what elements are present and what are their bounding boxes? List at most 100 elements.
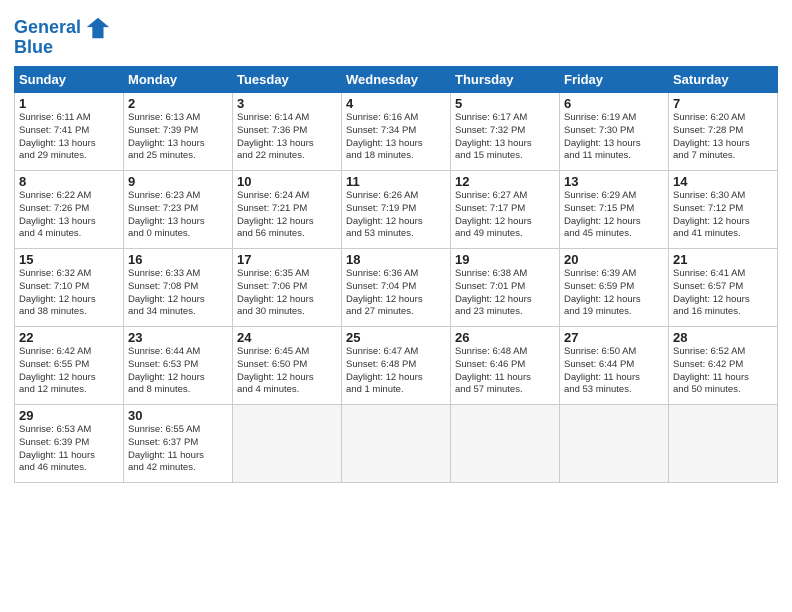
calendar-cell: 8Sunrise: 6:22 AM Sunset: 7:26 PM Daylig…: [15, 171, 124, 249]
calendar-cell: 26Sunrise: 6:48 AM Sunset: 6:46 PM Dayli…: [451, 327, 560, 405]
day-info: Sunrise: 6:50 AM Sunset: 6:44 PM Dayligh…: [564, 346, 664, 397]
day-number: 10: [237, 174, 337, 189]
calendar-cell: 28Sunrise: 6:52 AM Sunset: 6:42 PM Dayli…: [669, 327, 778, 405]
calendar-cell: 2Sunrise: 6:13 AM Sunset: 7:39 PM Daylig…: [124, 93, 233, 171]
calendar-cell: 6Sunrise: 6:19 AM Sunset: 7:30 PM Daylig…: [560, 93, 669, 171]
day-info: Sunrise: 6:41 AM Sunset: 6:57 PM Dayligh…: [673, 268, 773, 319]
week-row: 22Sunrise: 6:42 AM Sunset: 6:55 PM Dayli…: [15, 327, 778, 405]
day-info: Sunrise: 6:20 AM Sunset: 7:28 PM Dayligh…: [673, 112, 773, 163]
day-info: Sunrise: 6:39 AM Sunset: 6:59 PM Dayligh…: [564, 268, 664, 319]
calendar-cell: 29Sunrise: 6:53 AM Sunset: 6:39 PM Dayli…: [15, 405, 124, 483]
calendar-cell: 14Sunrise: 6:30 AM Sunset: 7:12 PM Dayli…: [669, 171, 778, 249]
day-number: 21: [673, 252, 773, 267]
calendar-cell: [560, 405, 669, 483]
day-info: Sunrise: 6:44 AM Sunset: 6:53 PM Dayligh…: [128, 346, 228, 397]
day-info: Sunrise: 6:11 AM Sunset: 7:41 PM Dayligh…: [19, 112, 119, 163]
day-info: Sunrise: 6:33 AM Sunset: 7:08 PM Dayligh…: [128, 268, 228, 319]
calendar-cell: 17Sunrise: 6:35 AM Sunset: 7:06 PM Dayli…: [233, 249, 342, 327]
day-number: 14: [673, 174, 773, 189]
day-number: 26: [455, 330, 555, 345]
calendar-cell: 10Sunrise: 6:24 AM Sunset: 7:21 PM Dayli…: [233, 171, 342, 249]
day-number: 13: [564, 174, 664, 189]
day-number: 18: [346, 252, 446, 267]
day-number: 9: [128, 174, 228, 189]
calendar-cell: 4Sunrise: 6:16 AM Sunset: 7:34 PM Daylig…: [342, 93, 451, 171]
day-info: Sunrise: 6:53 AM Sunset: 6:39 PM Dayligh…: [19, 424, 119, 475]
day-info: Sunrise: 6:29 AM Sunset: 7:15 PM Dayligh…: [564, 190, 664, 241]
day-info: Sunrise: 6:14 AM Sunset: 7:36 PM Dayligh…: [237, 112, 337, 163]
day-info: Sunrise: 6:47 AM Sunset: 6:48 PM Dayligh…: [346, 346, 446, 397]
calendar-cell: 16Sunrise: 6:33 AM Sunset: 7:08 PM Dayli…: [124, 249, 233, 327]
calendar-cell: 13Sunrise: 6:29 AM Sunset: 7:15 PM Dayli…: [560, 171, 669, 249]
header: General Blue: [14, 10, 778, 58]
day-info: Sunrise: 6:13 AM Sunset: 7:39 PM Dayligh…: [128, 112, 228, 163]
day-info: Sunrise: 6:52 AM Sunset: 6:42 PM Dayligh…: [673, 346, 773, 397]
calendar-cell: 3Sunrise: 6:14 AM Sunset: 7:36 PM Daylig…: [233, 93, 342, 171]
column-header-friday: Friday: [560, 67, 669, 93]
day-number: 29: [19, 408, 119, 423]
week-row: 8Sunrise: 6:22 AM Sunset: 7:26 PM Daylig…: [15, 171, 778, 249]
calendar-cell: 12Sunrise: 6:27 AM Sunset: 7:17 PM Dayli…: [451, 171, 560, 249]
day-info: Sunrise: 6:38 AM Sunset: 7:01 PM Dayligh…: [455, 268, 555, 319]
column-header-wednesday: Wednesday: [342, 67, 451, 93]
day-number: 2: [128, 96, 228, 111]
day-number: 11: [346, 174, 446, 189]
column-header-sunday: Sunday: [15, 67, 124, 93]
day-info: Sunrise: 6:35 AM Sunset: 7:06 PM Dayligh…: [237, 268, 337, 319]
day-number: 22: [19, 330, 119, 345]
day-number: 23: [128, 330, 228, 345]
calendar-cell: 7Sunrise: 6:20 AM Sunset: 7:28 PM Daylig…: [669, 93, 778, 171]
day-info: Sunrise: 6:23 AM Sunset: 7:23 PM Dayligh…: [128, 190, 228, 241]
day-info: Sunrise: 6:26 AM Sunset: 7:19 PM Dayligh…: [346, 190, 446, 241]
calendar-cell: 1Sunrise: 6:11 AM Sunset: 7:41 PM Daylig…: [15, 93, 124, 171]
calendar-cell: 19Sunrise: 6:38 AM Sunset: 7:01 PM Dayli…: [451, 249, 560, 327]
day-info: Sunrise: 6:48 AM Sunset: 6:46 PM Dayligh…: [455, 346, 555, 397]
day-number: 16: [128, 252, 228, 267]
day-info: Sunrise: 6:16 AM Sunset: 7:34 PM Dayligh…: [346, 112, 446, 163]
calendar-cell: 24Sunrise: 6:45 AM Sunset: 6:50 PM Dayli…: [233, 327, 342, 405]
day-number: 4: [346, 96, 446, 111]
logo: General Blue: [14, 14, 111, 58]
day-number: 8: [19, 174, 119, 189]
day-info: Sunrise: 6:36 AM Sunset: 7:04 PM Dayligh…: [346, 268, 446, 319]
calendar-cell: 23Sunrise: 6:44 AM Sunset: 6:53 PM Dayli…: [124, 327, 233, 405]
calendar-cell: [233, 405, 342, 483]
calendar-table: SundayMondayTuesdayWednesdayThursdayFrid…: [14, 66, 778, 483]
day-number: 6: [564, 96, 664, 111]
calendar-cell: 9Sunrise: 6:23 AM Sunset: 7:23 PM Daylig…: [124, 171, 233, 249]
day-number: 12: [455, 174, 555, 189]
day-info: Sunrise: 6:42 AM Sunset: 6:55 PM Dayligh…: [19, 346, 119, 397]
calendar-cell: 25Sunrise: 6:47 AM Sunset: 6:48 PM Dayli…: [342, 327, 451, 405]
week-row: 15Sunrise: 6:32 AM Sunset: 7:10 PM Dayli…: [15, 249, 778, 327]
day-info: Sunrise: 6:32 AM Sunset: 7:10 PM Dayligh…: [19, 268, 119, 319]
calendar-cell: [669, 405, 778, 483]
day-info: Sunrise: 6:27 AM Sunset: 7:17 PM Dayligh…: [455, 190, 555, 241]
column-header-monday: Monday: [124, 67, 233, 93]
day-info: Sunrise: 6:45 AM Sunset: 6:50 PM Dayligh…: [237, 346, 337, 397]
calendar-cell: 30Sunrise: 6:55 AM Sunset: 6:37 PM Dayli…: [124, 405, 233, 483]
column-header-thursday: Thursday: [451, 67, 560, 93]
day-info: Sunrise: 6:22 AM Sunset: 7:26 PM Dayligh…: [19, 190, 119, 241]
logo-icon: [83, 14, 111, 42]
calendar-cell: 22Sunrise: 6:42 AM Sunset: 6:55 PM Dayli…: [15, 327, 124, 405]
day-number: 25: [346, 330, 446, 345]
calendar-cell: 20Sunrise: 6:39 AM Sunset: 6:59 PM Dayli…: [560, 249, 669, 327]
day-info: Sunrise: 6:30 AM Sunset: 7:12 PM Dayligh…: [673, 190, 773, 241]
logo-text-blue: Blue: [14, 37, 53, 57]
week-row: 29Sunrise: 6:53 AM Sunset: 6:39 PM Dayli…: [15, 405, 778, 483]
day-number: 7: [673, 96, 773, 111]
day-number: 5: [455, 96, 555, 111]
day-number: 24: [237, 330, 337, 345]
day-number: 20: [564, 252, 664, 267]
calendar-body: 1Sunrise: 6:11 AM Sunset: 7:41 PM Daylig…: [15, 93, 778, 483]
day-info: Sunrise: 6:19 AM Sunset: 7:30 PM Dayligh…: [564, 112, 664, 163]
day-number: 19: [455, 252, 555, 267]
calendar-cell: [451, 405, 560, 483]
day-info: Sunrise: 6:55 AM Sunset: 6:37 PM Dayligh…: [128, 424, 228, 475]
column-header-saturday: Saturday: [669, 67, 778, 93]
day-number: 3: [237, 96, 337, 111]
calendar-cell: 11Sunrise: 6:26 AM Sunset: 7:19 PM Dayli…: [342, 171, 451, 249]
week-row: 1Sunrise: 6:11 AM Sunset: 7:41 PM Daylig…: [15, 93, 778, 171]
calendar-cell: 27Sunrise: 6:50 AM Sunset: 6:44 PM Dayli…: [560, 327, 669, 405]
column-headers: SundayMondayTuesdayWednesdayThursdayFrid…: [15, 67, 778, 93]
